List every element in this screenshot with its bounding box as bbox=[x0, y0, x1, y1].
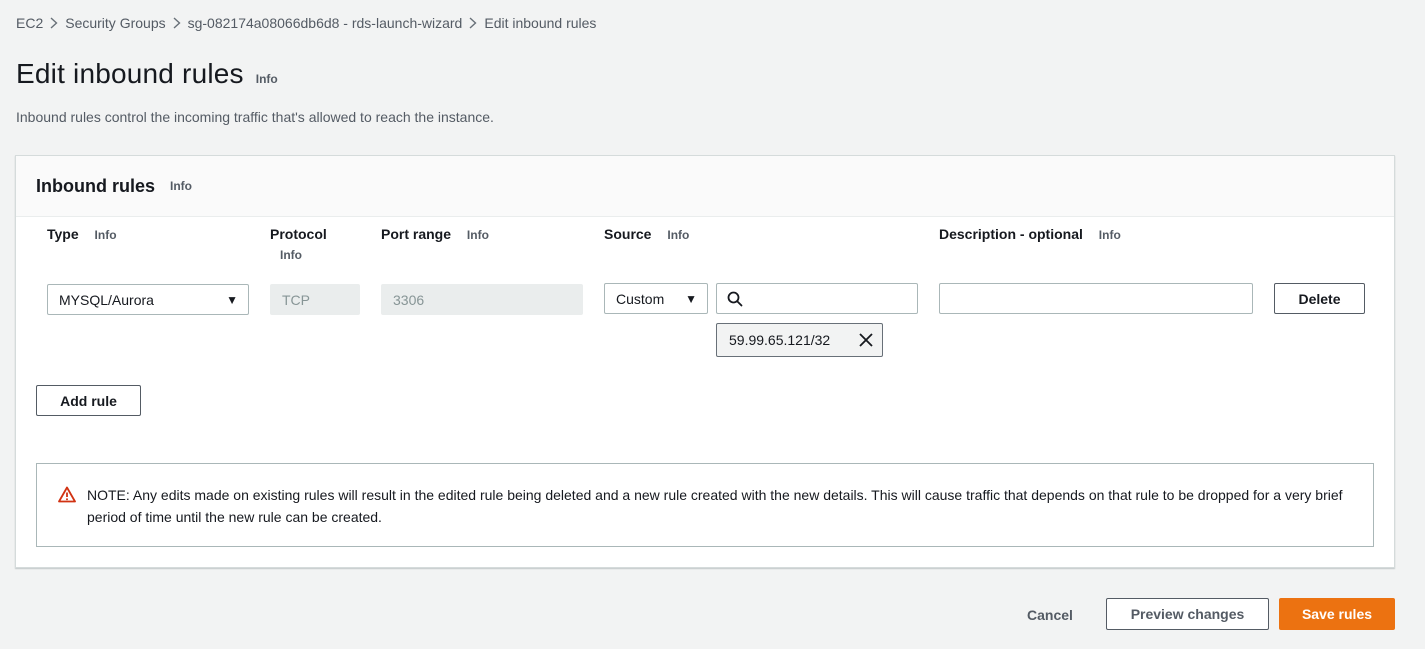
warning-icon bbox=[58, 486, 76, 509]
breadcrumb-ec2[interactable]: EC2 bbox=[16, 15, 43, 31]
page-header: Edit inbound rules Info bbox=[16, 58, 278, 90]
column-source: Source Info bbox=[604, 226, 689, 242]
breadcrumb: EC2 Security Groups sg-082174a08066db6d8… bbox=[16, 15, 596, 31]
add-rule-button[interactable]: Add rule bbox=[36, 385, 141, 416]
cancel-button[interactable]: Cancel bbox=[1012, 599, 1088, 630]
chevron-right-icon bbox=[166, 17, 188, 29]
warning-alert: NOTE: Any edits made on existing rules w… bbox=[36, 463, 1374, 547]
preview-changes-button[interactable]: Preview changes bbox=[1106, 598, 1269, 630]
description-info-link[interactable]: Info bbox=[1099, 228, 1121, 242]
breadcrumb-security-group[interactable]: sg-082174a08066db6d8 - rds-launch-wizard bbox=[188, 15, 463, 31]
inbound-rules-panel: Inbound rules Info Type Info Protocol In… bbox=[15, 155, 1395, 568]
delete-rule-button[interactable]: Delete bbox=[1274, 283, 1365, 314]
source-type-value: Custom bbox=[616, 290, 665, 307]
column-type-label: Type bbox=[47, 226, 79, 242]
panel-header: Inbound rules Info bbox=[16, 156, 1394, 217]
source-type-select[interactable]: Custom ▼ bbox=[604, 283, 708, 314]
column-type: Type Info bbox=[47, 226, 117, 242]
port-range-field: 3306 bbox=[381, 284, 583, 315]
caret-down-icon: ▼ bbox=[685, 291, 697, 306]
column-protocol-label: Protocol bbox=[270, 226, 327, 242]
search-icon bbox=[727, 291, 743, 307]
caret-down-icon: ▼ bbox=[226, 292, 238, 307]
type-info-link[interactable]: Info bbox=[95, 228, 117, 242]
column-description: Description - optional Info bbox=[939, 226, 1121, 242]
page-info-link[interactable]: Info bbox=[256, 72, 278, 86]
chevron-right-icon bbox=[462, 17, 484, 29]
source-info-link[interactable]: Info bbox=[667, 228, 689, 242]
chevron-right-icon bbox=[43, 17, 65, 29]
close-icon[interactable] bbox=[858, 332, 874, 348]
protocol-info-link[interactable]: Info bbox=[280, 248, 327, 262]
column-source-label: Source bbox=[604, 226, 652, 242]
save-rules-button[interactable]: Save rules bbox=[1279, 598, 1395, 630]
page-title: Edit inbound rules bbox=[16, 58, 244, 89]
panel-title: Inbound rules bbox=[36, 175, 155, 196]
source-token-label: 59.99.65.121/32 bbox=[729, 332, 831, 348]
warning-text: NOTE: Any edits made on existing rules w… bbox=[87, 487, 1343, 525]
description-input[interactable] bbox=[939, 283, 1253, 314]
panel-info-link[interactable]: Info bbox=[170, 179, 192, 193]
protocol-field: TCP bbox=[270, 284, 360, 315]
page: EC2 Security Groups sg-082174a08066db6d8… bbox=[0, 0, 1425, 649]
source-search-input[interactable] bbox=[716, 283, 918, 314]
source-token: 59.99.65.121/32 bbox=[716, 323, 883, 357]
breadcrumb-current: Edit inbound rules bbox=[484, 15, 597, 31]
port-range-info-link[interactable]: Info bbox=[467, 228, 489, 242]
type-select-value: MYSQL/Aurora bbox=[59, 291, 154, 308]
column-description-label: Description - optional bbox=[939, 226, 1083, 242]
page-description: Inbound rules control the incoming traff… bbox=[16, 109, 494, 125]
breadcrumb-security-groups[interactable]: Security Groups bbox=[65, 15, 165, 31]
column-port-range-label: Port range bbox=[381, 226, 452, 242]
column-protocol: Protocol Info bbox=[270, 226, 327, 262]
type-select[interactable]: MYSQL/Aurora ▼ bbox=[47, 284, 249, 315]
column-port-range: Port range Info bbox=[381, 226, 489, 242]
